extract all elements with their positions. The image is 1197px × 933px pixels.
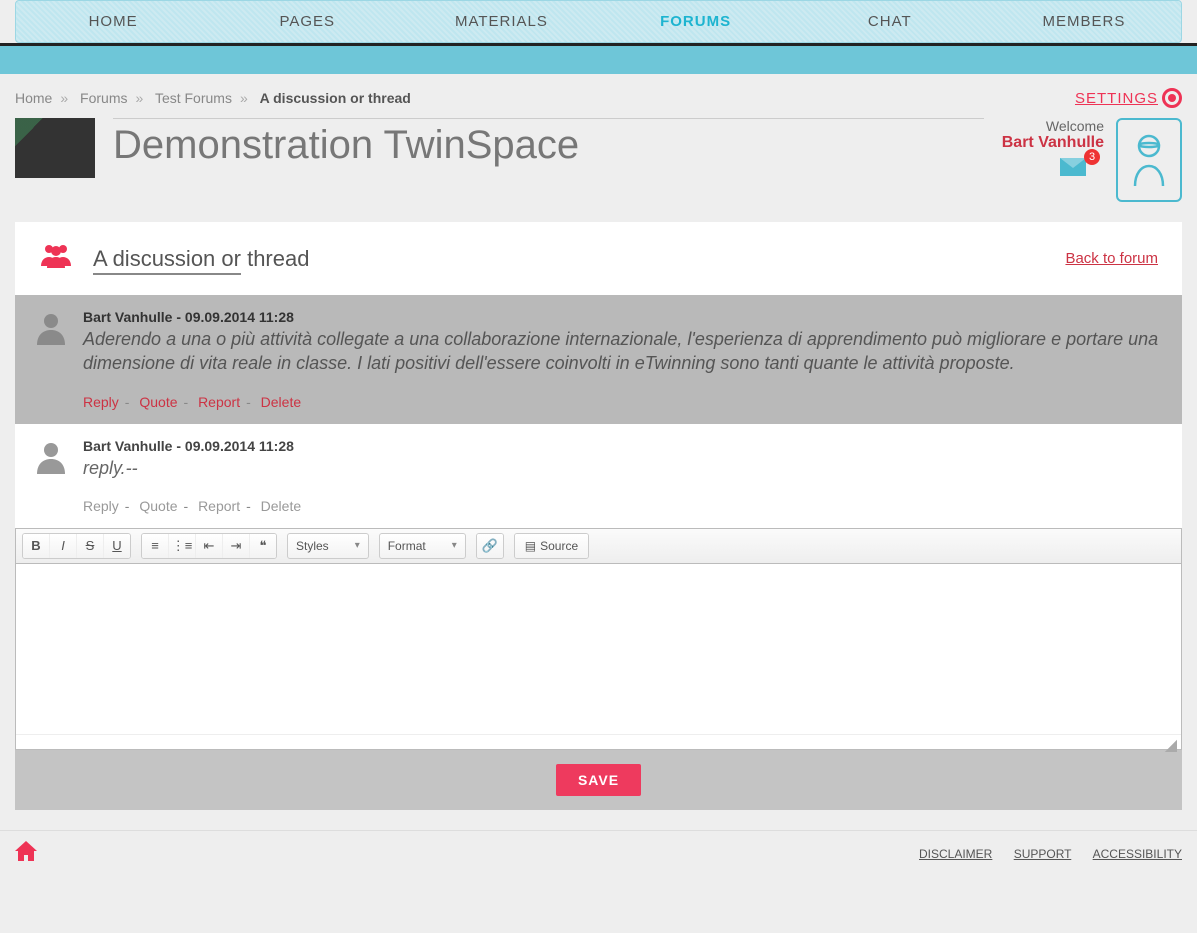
ordered-list-button[interactable]: ≡ bbox=[142, 534, 169, 558]
source-button[interactable]: ▤ Source bbox=[515, 534, 588, 558]
post-item: Bart Vanhulle - 09.09.2014 11:28 reply.-… bbox=[15, 424, 1182, 528]
avatar-icon bbox=[33, 309, 69, 345]
source-label: Source bbox=[540, 539, 578, 553]
footer-disclaimer[interactable]: DISCLAIMER bbox=[919, 847, 992, 861]
strike-button[interactable]: S bbox=[77, 534, 104, 558]
report-link[interactable]: Report bbox=[198, 394, 240, 410]
breadcrumb: Home» Forums» Test Forums» A discussion … bbox=[15, 90, 411, 106]
save-button[interactable]: SAVE bbox=[556, 764, 641, 796]
avatar[interactable] bbox=[1116, 118, 1182, 202]
crumb-forums[interactable]: Forums bbox=[80, 90, 127, 106]
nav-pages[interactable]: PAGES bbox=[210, 1, 404, 42]
footer-accessibility[interactable]: ACCESSIBILITY bbox=[1093, 847, 1182, 861]
quote-link[interactable]: Quote bbox=[139, 394, 177, 410]
thread-title-rest: thread bbox=[241, 246, 310, 271]
thread-header: A discussion or thread Back to forum bbox=[15, 222, 1182, 295]
save-bar: SAVE bbox=[15, 750, 1182, 810]
link-button[interactable]: 🔗 bbox=[477, 534, 503, 558]
post-meta: Bart Vanhulle - 09.09.2014 11:28 bbox=[83, 309, 1164, 325]
report-link: Report bbox=[198, 498, 240, 514]
resize-handle[interactable]: ◢ bbox=[16, 734, 1181, 749]
settings-label: SETTINGS bbox=[1075, 90, 1158, 107]
underline-button[interactable]: U bbox=[104, 534, 130, 558]
avatar-icon bbox=[33, 438, 69, 474]
space-thumbnail bbox=[15, 118, 95, 178]
outdent-button[interactable]: ⇤ bbox=[196, 534, 223, 558]
mail-icon[interactable] bbox=[1060, 158, 1086, 176]
delete-link: Delete bbox=[261, 498, 301, 514]
gear-icon bbox=[1162, 88, 1182, 108]
reply-link[interactable]: Reply bbox=[83, 394, 119, 410]
source-icon: ▤ bbox=[525, 539, 536, 553]
italic-button[interactable]: I bbox=[50, 534, 77, 558]
bold-button[interactable]: B bbox=[23, 534, 50, 558]
nav-forums[interactable]: FORUMS bbox=[599, 1, 793, 42]
editor-toolbar: B I S U ≡ ⋮≡ ⇤ ⇥ ❝ Styles Format 🔗 ▤ Sou… bbox=[16, 529, 1181, 564]
divider-bar bbox=[0, 43, 1197, 74]
user-box: Welcome Bart Vanhulle 3 bbox=[1002, 118, 1182, 202]
styles-select[interactable]: Styles bbox=[287, 533, 369, 559]
thread-title-underlined: A discussion or bbox=[93, 246, 241, 275]
welcome-label: Welcome bbox=[1002, 118, 1104, 134]
nav-home[interactable]: HOME bbox=[16, 1, 210, 42]
footer: DISCLAIMER SUPPORT ACCESSIBILITY bbox=[0, 830, 1197, 897]
breadcrumb-row: Home» Forums» Test Forums» A discussion … bbox=[0, 74, 1197, 112]
nav-chat[interactable]: CHAT bbox=[793, 1, 987, 42]
thread-title: A discussion or thread bbox=[93, 246, 309, 272]
delete-link[interactable]: Delete bbox=[261, 394, 301, 410]
post-actions: Reply- Quote- Report- Delete bbox=[83, 394, 1164, 410]
crumb-home[interactable]: Home bbox=[15, 90, 52, 106]
blockquote-button[interactable]: ❝ bbox=[250, 534, 276, 558]
back-to-forum-link[interactable]: Back to forum bbox=[1065, 250, 1158, 267]
post-content: Aderendo a una o più attività collegate … bbox=[83, 327, 1164, 376]
post-item: Bart Vanhulle - 09.09.2014 11:28 Aderend… bbox=[15, 295, 1182, 424]
reply-link: Reply bbox=[83, 498, 119, 514]
home-icon[interactable] bbox=[15, 841, 37, 867]
crumb-current: A discussion or thread bbox=[260, 90, 411, 106]
nav-members[interactable]: MEMBERS bbox=[987, 1, 1181, 42]
indent-button[interactable]: ⇥ bbox=[223, 534, 250, 558]
post-meta: Bart Vanhulle - 09.09.2014 11:28 bbox=[83, 438, 1164, 454]
post-actions: Reply- Quote- Report- Delete bbox=[83, 498, 1164, 514]
nav-materials[interactable]: MATERIALS bbox=[404, 1, 598, 42]
crumb-test-forums[interactable]: Test Forums bbox=[155, 90, 232, 106]
mail-badge: 3 bbox=[1084, 149, 1100, 165]
group-icon bbox=[39, 242, 73, 275]
editor-textarea[interactable] bbox=[16, 564, 1181, 734]
footer-support[interactable]: SUPPORT bbox=[1014, 847, 1072, 861]
reply-editor: B I S U ≡ ⋮≡ ⇤ ⇥ ❝ Styles Format 🔗 ▤ Sou… bbox=[15, 528, 1182, 750]
main-nav: HOME PAGES MATERIALS FORUMS CHAT MEMBERS bbox=[15, 0, 1182, 43]
post-content: reply.-- bbox=[83, 456, 1164, 480]
quote-link: Quote bbox=[139, 498, 177, 514]
unordered-list-button[interactable]: ⋮≡ bbox=[169, 534, 196, 558]
settings-link[interactable]: SETTINGS bbox=[1075, 88, 1182, 108]
page-title: Demonstration TwinSpace bbox=[113, 118, 984, 168]
format-select[interactable]: Format bbox=[379, 533, 466, 559]
